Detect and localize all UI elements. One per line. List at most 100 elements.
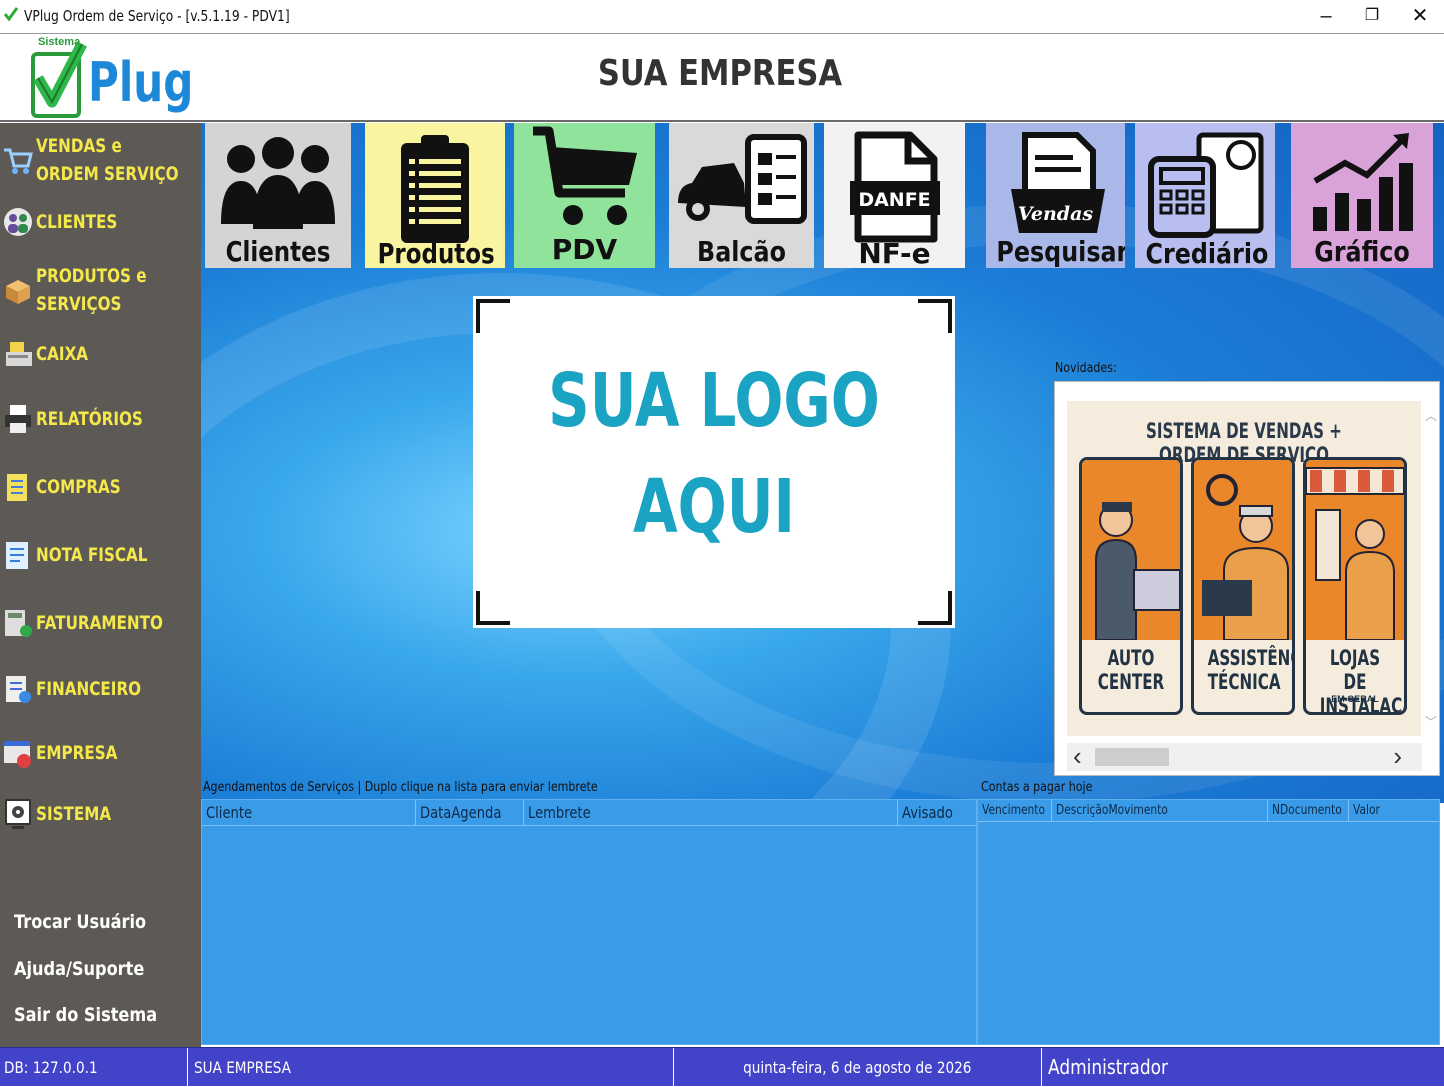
news-panel: SISTEMA DE VENDAS + ORDEM DE SERVIÇO AUT… [1054, 381, 1440, 776]
news-caption: ASSISTÊNCIA [1207, 646, 1292, 670]
store-illustration-icon [1306, 460, 1404, 641]
sidebar-item-label: SISTEMA [36, 803, 112, 825]
clipboard-icon [7, 474, 27, 501]
mechanic-illustration-icon [1082, 460, 1180, 641]
company-icon [4, 741, 31, 768]
sidebar-item-label: PRODUTOS e [36, 265, 147, 287]
tile-label: Pesquisar [996, 235, 1125, 268]
tile-label: Crediário [1145, 237, 1269, 268]
payables-table-header: Vencimento DescriçãoMovimento NDocumento… [978, 800, 1439, 822]
finance-icon [6, 676, 31, 703]
sidebar-item-produtos[interactable]: PRODUTOS e SERVIÇOS [0, 261, 201, 319]
tile-grafico[interactable]: Gráfico [1291, 123, 1433, 268]
cart-icon [4, 148, 33, 174]
sidebar-item-caixa[interactable]: CAIXA [0, 337, 201, 371]
logo-brand-text: Plug [88, 51, 194, 114]
tile-balcao[interactable]: Balcão [669, 123, 814, 268]
vplug-logo: Sistema Plug [30, 36, 194, 120]
sidebar-item-relatorios[interactable]: RELATÓRIOS [0, 399, 201, 439]
sidebar-item-compras[interactable]: COMPRAS [0, 467, 201, 507]
tile-produtos[interactable]: Produtos [365, 123, 505, 268]
logo-small-text: Sistema [38, 36, 81, 48]
sidebar-item-label: FATURAMENTO [36, 612, 163, 634]
title-bar: VPlug Ordem de Serviço - [v.5.1.19 - PDV… [0, 0, 1444, 34]
technician-illustration-icon [1194, 460, 1292, 641]
logo-placeholder-line1: SUA LOGO [548, 358, 880, 444]
tile-label: Clientes [225, 235, 331, 268]
credit-calculator-icon [1148, 132, 1264, 238]
clients-icon [4, 208, 32, 236]
column-header-ndocumento[interactable]: NDocumento [1268, 800, 1349, 822]
tile-label: PDV [551, 233, 618, 266]
column-header-descricao[interactable]: DescriçãoMovimento [1052, 800, 1268, 822]
tile-pesquisar[interactable]: Vendas Pesquisar [986, 123, 1125, 268]
news-card-assistencia: ASSISTÊNCIA TÉCNICA [1191, 457, 1295, 715]
news-label: Novidades: [1055, 361, 1117, 376]
column-header-lembrete[interactable]: Lembrete [524, 800, 898, 826]
sidebar-item-sistema[interactable]: SISTEMA [0, 791, 201, 837]
window-title: VPlug Ordem de Serviço - [v.5.1.19 - PDV… [24, 7, 290, 25]
sidebar-item-label: FINANCEIRO [36, 678, 142, 700]
tile-label: Produtos [377, 237, 495, 268]
sidebar-item-label: CAIXA [36, 343, 89, 365]
toolbar: Clientes Produtos PDV Balcão DANFE NF-e … [205, 123, 1444, 268]
column-header-cliente[interactable]: Cliente [202, 800, 416, 826]
settings-icon [5, 799, 31, 829]
status-company: SUA EMPRESA [188, 1048, 674, 1087]
sidebar-item-nota-fiscal[interactable]: NOTA FISCAL [0, 535, 201, 575]
sidebar-item-clientes[interactable]: CLIENTES [0, 205, 201, 239]
sidebar-item-label: VENDAS e [36, 135, 122, 157]
sidebar-item-label: EMPRESA [36, 742, 118, 764]
column-header-avisado[interactable]: Avisado [898, 800, 976, 826]
tile-clientes[interactable]: Clientes [205, 123, 351, 268]
sidebar-item-label: RELATÓRIOS [36, 408, 143, 430]
scroll-up-icon[interactable]: ︿ [1425, 407, 1437, 424]
scroll-down-icon[interactable]: ﹀ [1425, 713, 1437, 730]
danfe-badge: DANFE [858, 189, 931, 211]
company-title: SUA EMPRESA [597, 53, 843, 94]
status-db: DB: 127.0.0.1 [0, 1048, 188, 1087]
news-horizontal-scrollbar[interactable]: ‹ › [1067, 743, 1422, 771]
minimize-button[interactable]: – [1303, 0, 1349, 32]
company-logo-placeholder[interactable]: SUA LOGO AQUI [473, 296, 955, 628]
status-bar: DB: 127.0.0.1 SUA EMPRESA quinta-feira, … [0, 1047, 1444, 1087]
header: Sistema Plug SUA EMPRESA [0, 35, 1444, 122]
bar-chart-icon [1313, 133, 1413, 231]
column-header-valor[interactable]: Valor [1349, 800, 1439, 822]
car-form-icon [677, 134, 807, 224]
sidebar: VENDAS e ORDEM SERVIÇO CLIENTES PRODUTOS… [0, 123, 201, 1047]
sidebar-item-vendas[interactable]: VENDAS e ORDEM SERVIÇO [0, 131, 201, 189]
status-date: quinta-feira, 6 de agosto de 2026 [674, 1048, 1042, 1087]
sidebar-item-financeiro[interactable]: FINANCEIRO [0, 669, 201, 709]
logo-placeholder-line2: AQUI [632, 464, 796, 550]
maximize-button[interactable]: ❐ [1349, 0, 1395, 32]
news-vertical-scrollbar[interactable]: ︿ ﹀ [1421, 401, 1439, 736]
status-user: Administrador [1048, 1055, 1169, 1079]
tile-label: NF-e [858, 237, 931, 268]
tile-nfe[interactable]: DANFE NF-e [824, 123, 965, 268]
sidebar-item-faturamento[interactable]: FATURAMENTO [0, 603, 201, 643]
sidebar-item-label: ORDEM SERVIÇO [36, 163, 179, 185]
help-support-link[interactable]: Ajuda/Suporte [14, 958, 144, 980]
sidebar-item-label: COMPRAS [36, 476, 121, 498]
app-icon [3, 6, 19, 22]
news-caption: CENTER [1097, 670, 1165, 694]
sidebar-item-empresa[interactable]: EMPRESA [0, 731, 201, 775]
schedule-table[interactable]: Cliente DataAgenda Lembrete Avisado [201, 799, 977, 1045]
cash-register-icon [6, 342, 32, 366]
tile-crediario[interactable]: Crediário [1135, 123, 1275, 268]
close-button[interactable]: ✕ [1397, 0, 1443, 32]
scroll-left-icon[interactable]: ‹ [1073, 743, 1082, 769]
news-caption-small: EM GERAL [1331, 694, 1379, 704]
payables-caption: Contas a pagar hoje [981, 780, 1093, 795]
column-header-data-agenda[interactable]: DataAgenda [416, 800, 524, 826]
exit-system-link[interactable]: Sair do Sistema [14, 1004, 157, 1026]
scroll-thumb[interactable] [1095, 748, 1169, 766]
payables-table[interactable]: Vencimento DescriçãoMovimento NDocumento… [977, 799, 1440, 1045]
printer-icon [5, 405, 31, 433]
tile-pdv[interactable]: PDV [514, 123, 655, 268]
switch-user-link[interactable]: Trocar Usuário [14, 911, 146, 933]
column-header-vencimento[interactable]: Vencimento [978, 800, 1052, 822]
scroll-right-icon[interactable]: › [1393, 743, 1402, 769]
calculator-icon [5, 610, 32, 637]
